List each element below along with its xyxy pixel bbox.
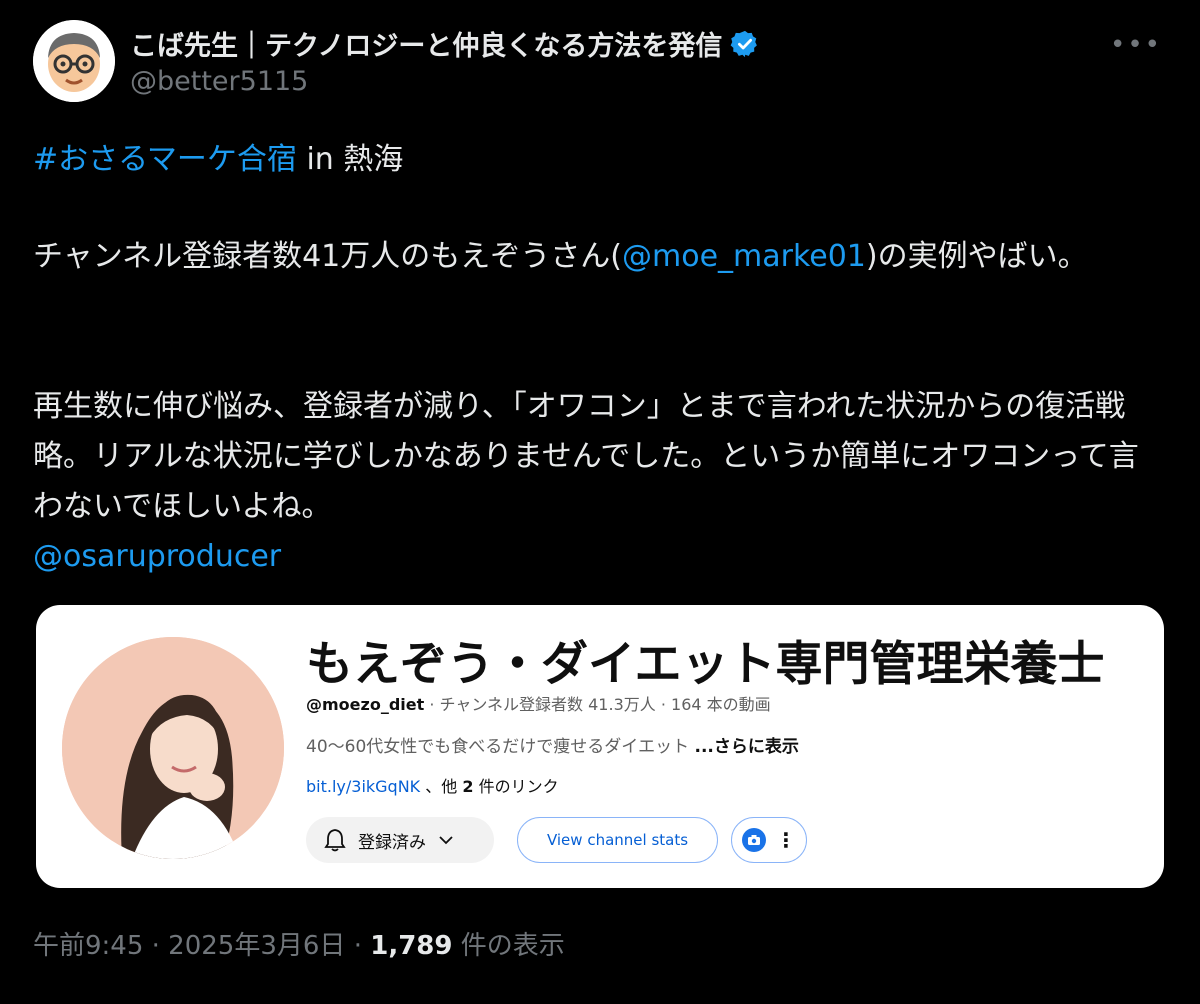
links-text: 、他: [420, 777, 463, 796]
author-handle[interactable]: @better5115: [130, 66, 308, 97]
youtube-channel-card-image[interactable]: もえぞう・ダイエット専門管理栄養士 @moezo_diet · チャンネル登録者…: [36, 605, 1164, 888]
author-avatar[interactable]: [33, 20, 115, 102]
channel-handle: @moezo_diet: [306, 695, 425, 714]
links-text: 件のリンク: [473, 777, 559, 796]
author-name-row: こば先生｜テクノロジーと仲良くなる方法を発信: [130, 24, 760, 63]
subscribed-button: 登録済み: [306, 817, 494, 863]
mention-link-osaru[interactable]: @osaruproducer: [33, 539, 281, 574]
woman-portrait-icon: [62, 637, 284, 859]
tweet-location-text: in 熱海: [296, 142, 404, 177]
tweet-paragraph-3: 再生数に伸び悩み、登録者が減り、「オワコン」とまで言われた状況からの復活戦略。リ…: [33, 389, 1139, 524]
tweet-text: )の実例やばい。: [865, 239, 1088, 274]
tweet-footer: 午前9:45 · 2025年3月6日 · 1,789 件の表示: [33, 925, 565, 962]
subscribed-label: 登録済み: [358, 832, 426, 853]
channel-title: もえぞう・ダイエット専門管理栄養士: [306, 637, 1105, 692]
more-options-icon[interactable]: •••: [1110, 30, 1162, 60]
channel-description: 40～60代女性でも食べるだけで痩せるダイエット ...さらに表示: [306, 732, 799, 757]
bell-icon: [324, 829, 346, 852]
camera-icon: [742, 828, 766, 852]
verified-badge-icon: [731, 30, 758, 57]
cartoon-man-with-glasses-icon: [33, 20, 115, 102]
view-count-label: 件の表示: [452, 931, 565, 961]
tweet-line-1: #おさるマーケ合宿 in 熱海: [33, 135, 1168, 185]
view-channel-stats-button: View channel stats: [517, 817, 718, 863]
mention-link-moe[interactable]: @moe_marke01: [622, 239, 866, 274]
channel-link: bit.ly/3ikGqNK: [306, 777, 421, 796]
description-text: 40～60代女性でも食べるだけで痩せるダイエット: [306, 737, 695, 757]
view-count: 1,789: [370, 931, 453, 961]
author-display-name[interactable]: こば先生｜テクノロジーと仲良くなる方法を発信: [130, 24, 722, 63]
tweet-paragraph-4: @osaruproducer: [33, 532, 1168, 582]
hashtag-link[interactable]: #おさるマーケ合宿: [33, 142, 297, 177]
show-more-link: ...さらに表示: [694, 737, 799, 757]
channel-meta: @moezo_diet · チャンネル登録者数 41.3万人 · 164 本の動…: [306, 691, 771, 715]
tweet-paragraph-2: チャンネル登録者数41万人のもえぞうさん(@moe_marke01)の実例やばい…: [33, 232, 1168, 282]
channel-stats-text: · チャンネル登録者数 41.3万人 · 164 本の動画: [424, 695, 771, 714]
tweet-text: チャンネル登録者数41万人のもえぞうさん(: [33, 239, 622, 274]
tweet-timestamp[interactable]: 午前9:45 · 2025年3月6日 ·: [33, 931, 370, 961]
channel-avatar: [62, 637, 284, 859]
links-count: 2: [462, 777, 474, 796]
channel-links: bit.ly/3ikGqNK 、他 2 件のリンク: [306, 773, 559, 797]
channel-more-button: ⋮: [731, 817, 807, 863]
chevron-down-icon: [439, 836, 453, 845]
kebab-menu-icon: ⋮: [776, 828, 796, 852]
